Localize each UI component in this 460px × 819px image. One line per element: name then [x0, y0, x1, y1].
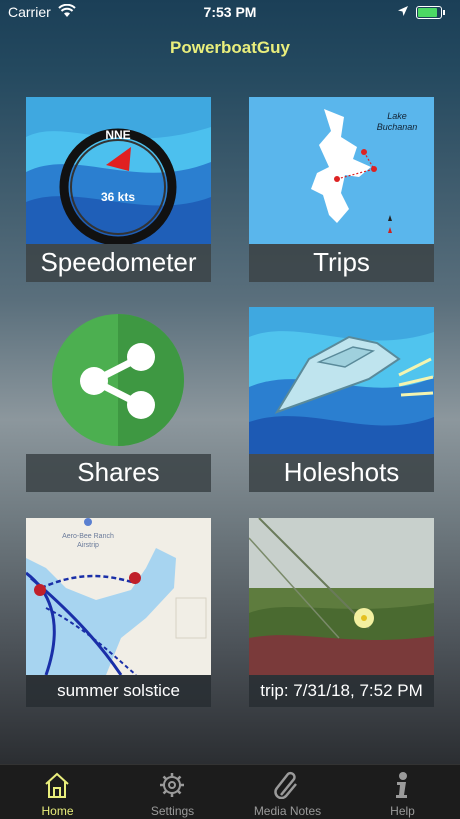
app-title: PowerboatGuy — [170, 38, 290, 57]
tile-label: Speedometer — [26, 244, 211, 282]
home-icon — [42, 771, 72, 799]
paperclip-icon — [272, 771, 302, 800]
tile-label: Trips — [249, 244, 434, 282]
tab-label: Help — [390, 804, 415, 818]
location-arrow-icon — [397, 4, 409, 20]
battery-icon — [416, 6, 445, 19]
tile-trip-photo[interactable]: trip: 7/31/18, 7:52 PM — [249, 518, 434, 707]
heading-readout: NNE — [105, 128, 130, 142]
tile-label: Holeshots — [249, 454, 434, 492]
clock: 7:53 PM — [203, 4, 257, 20]
holeshots-thumbnail — [249, 307, 434, 454]
tab-label: Media Notes — [253, 804, 322, 818]
tab-help[interactable]: Help — [345, 765, 460, 819]
tile-label: summer solstice — [26, 675, 211, 707]
tile-trip-summer-solstice[interactable]: Aero-Bee Ranch Airstrip summer solstice — [26, 518, 211, 707]
map-label-2: Airstrip — [77, 542, 99, 549]
tile-trips[interactable]: Lake Buchanan Trips — [249, 97, 434, 282]
trip-photo-thumbnail — [249, 518, 434, 675]
map-label-1: Aero-Bee Ranch — [62, 533, 114, 540]
tab-label: Home — [41, 804, 74, 818]
trips-thumbnail: Lake Buchanan — [249, 97, 434, 244]
status-bar: Carrier 7:53 PM — [0, 0, 460, 26]
tile-holeshots[interactable]: Holeshots — [249, 307, 434, 492]
gear-icon — [157, 771, 187, 799]
tab-label: Settings — [150, 804, 195, 818]
trip-map-thumbnail: Aero-Bee Ranch Airstrip — [26, 518, 211, 675]
tile-speedometer[interactable]: NNE 36 kts Speedometer — [26, 97, 211, 282]
lake-label-2: Buchanan — [377, 122, 418, 132]
speedometer-thumbnail: NNE 36 kts — [26, 97, 211, 244]
tile-label: trip: 7/31/18, 7:52 PM — [249, 675, 434, 707]
tile-label: Shares — [26, 454, 211, 492]
info-icon — [387, 771, 417, 799]
speed-readout: 36 kts — [101, 190, 135, 204]
lake-label-1: Lake — [387, 111, 407, 121]
tab-bar: Home Settings Media Notes Help — [0, 764, 460, 819]
tab-settings[interactable]: Settings — [115, 765, 230, 819]
tab-home[interactable]: Home — [0, 765, 115, 819]
tile-shares[interactable]: Shares — [26, 307, 211, 492]
tab-media-notes[interactable]: Media Notes — [230, 765, 345, 819]
nav-bar: PowerboatGuy — [0, 26, 460, 70]
shares-thumbnail — [26, 307, 211, 454]
